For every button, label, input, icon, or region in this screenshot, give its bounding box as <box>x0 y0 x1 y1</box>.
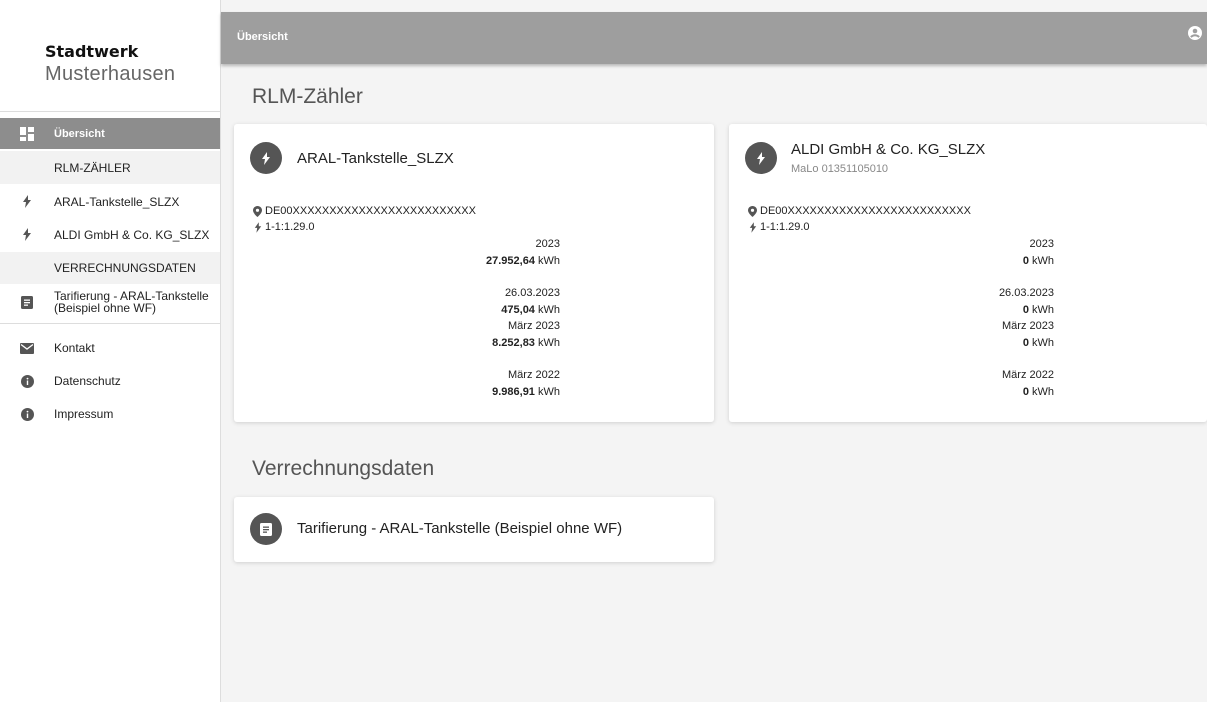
malo-id-line: DE00XXXXXXXXXXXXXXXXXXXXXXXXX <box>748 205 971 217</box>
unit-label: kWh <box>1032 254 1054 267</box>
day-label: 26.03.2023 <box>504 287 560 299</box>
year-value: 0 <box>1022 254 1029 267</box>
meter-card-aldi[interactable]: ALDI GmbH & Co. KG_SLZX MaLo 01351105010… <box>729 124 1207 422</box>
prev-month-value: 9.986,91 <box>492 385 535 398</box>
sidebar: Stadtwerk Musterhausen Übersicht RLM-ZÄH… <box>0 0 221 702</box>
brand-line2: Musterhausen <box>45 63 176 85</box>
obis-code: 1-1:1.29.0 <box>265 221 315 233</box>
sidebar-item-contact[interactable]: Kontakt <box>0 332 220 364</box>
unit-label: kWh <box>538 254 560 267</box>
obis-code: 1-1:1.29.0 <box>760 221 810 233</box>
month-reading: 8.252,83 kWh <box>486 335 560 352</box>
meter-card-aral[interactable]: ARAL-Tankstelle_SLZX DE00XXXXXXXXXXXXXXX… <box>234 124 714 422</box>
info-icon <box>0 407 54 421</box>
brand-logo[interactable]: Stadtwerk Musterhausen <box>45 42 175 86</box>
unit-label: kWh <box>538 336 560 349</box>
month-value: 8.252,83 <box>492 336 535 349</box>
sidebar-item-overview[interactable]: Übersicht <box>0 118 220 149</box>
bolt-icon <box>254 221 262 233</box>
sidebar-item-meter-aral[interactable]: ARAL-Tankstelle_SLZX <box>0 185 220 218</box>
bolt-icon <box>749 221 757 233</box>
location-pin-icon <box>253 205 262 217</box>
sidebar-item-imprint[interactable]: Impressum <box>0 398 220 430</box>
sidebar-item-tariff[interactable]: Tarifierung - ARAL-Tankstelle (Beispiel … <box>0 285 220 319</box>
malo-id: DE00XXXXXXXXXXXXXXXXXXXXXXXXX <box>760 205 971 217</box>
unit-label: kWh <box>538 303 560 316</box>
meter-card-title: ARAL-Tankstelle_SLZX <box>297 150 454 167</box>
sidebar-section-rlm: RLM-ZÄHLER <box>0 151 220 184</box>
meter-values: 2023 27.952,64 kWh 26.03.2023 475,04 kWh… <box>486 236 560 400</box>
meter-values: 2023 0 kWh 26.03.2023 0 kWh März 2023 0 … <box>999 236 1054 400</box>
billing-card-tariff[interactable]: Tarifierung - ARAL-Tankstelle (Beispiel … <box>234 497 714 562</box>
page-title: Übersicht <box>237 31 288 43</box>
prev-month-reading: 0 kWh <box>999 384 1054 401</box>
top-app-bar: Übersicht <box>221 12 1207 64</box>
unit-label: kWh <box>1032 303 1054 316</box>
meter-card-title: ALDI GmbH & Co. KG_SLZX <box>791 141 986 158</box>
sidebar-item-label: Impressum <box>54 407 114 421</box>
month-value: 0 <box>1022 336 1029 349</box>
year-reading: 0 kWh <box>999 253 1054 270</box>
document-icon <box>250 513 282 545</box>
year-reading: 27.952,64 kWh <box>486 253 560 270</box>
sidebar-section-billing: VERRECHNUNGSDATEN <box>0 252 220 284</box>
sidebar-item-label: Übersicht <box>54 127 105 140</box>
brand-divider <box>0 111 220 112</box>
month-label: März 2023 <box>1002 320 1054 332</box>
bolt-icon <box>0 228 54 241</box>
document-icon <box>0 295 54 309</box>
sidebar-item-meter-aldi[interactable]: ALDI GmbH & Co. KG_SLZX <box>0 218 220 251</box>
obis-line: 1-1:1.29.0 <box>749 221 810 233</box>
day-label: 26.03.2023 <box>998 287 1054 299</box>
unit-label: kWh <box>538 385 560 398</box>
billing-card-title: Tarifierung - ARAL-Tankstelle (Beispiel … <box>297 520 623 537</box>
sidebar-divider <box>0 323 220 324</box>
section-heading-billing: Verrechnungsdaten <box>252 457 435 480</box>
year-value: 27.952,64 <box>486 254 535 267</box>
location-pin-icon <box>748 205 757 217</box>
tariff-label-line2: (Beispiel ohne WF) <box>54 301 157 315</box>
dashboard-icon <box>0 126 54 141</box>
section-heading-rlm: RLM-Zähler <box>252 85 363 108</box>
unit-label: kWh <box>1032 336 1054 349</box>
bolt-icon <box>745 142 777 174</box>
day-reading: 0 kWh <box>999 302 1054 319</box>
account-circle-icon[interactable] <box>1188 26 1202 45</box>
bolt-icon <box>0 195 54 208</box>
obis-line: 1-1:1.29.0 <box>254 221 315 233</box>
sidebar-item-label: Kontakt <box>54 341 95 355</box>
unit-label: kWh <box>1032 385 1054 398</box>
year-label: 2023 <box>1029 238 1054 250</box>
day-reading: 475,04 kWh <box>486 302 560 319</box>
month-reading: 0 kWh <box>999 335 1054 352</box>
prev-month-reading: 9.986,91 kWh <box>486 384 560 401</box>
year-label: 2023 <box>535 238 560 250</box>
day-value: 0 <box>1022 303 1029 316</box>
sidebar-item-label: Datenschutz <box>54 374 121 388</box>
day-value: 475,04 <box>501 303 535 316</box>
sidebar-item-label: Tarifierung - ARAL-Tankstelle (Beispiel … <box>54 290 209 314</box>
month-label: März 2023 <box>508 320 560 332</box>
malo-subtitle: MaLo 01351105010 <box>791 163 889 175</box>
prev-month-label: März 2022 <box>1002 369 1054 381</box>
sidebar-item-label: ARAL-Tankstelle_SLZX <box>54 194 180 209</box>
bolt-icon <box>250 142 282 174</box>
sidebar-item-label: ALDI GmbH & Co. KG_SLZX <box>54 227 210 242</box>
malo-id: DE00XXXXXXXXXXXXXXXXXXXXXXXXX <box>265 205 476 217</box>
brand-line1: Stadtwerk <box>45 42 139 61</box>
sidebar-item-privacy[interactable]: Datenschutz <box>0 365 220 397</box>
mail-icon <box>0 342 54 354</box>
info-icon <box>0 374 54 388</box>
prev-month-label: März 2022 <box>508 369 560 381</box>
prev-month-value: 0 <box>1022 385 1029 398</box>
malo-id-line: DE00XXXXXXXXXXXXXXXXXXXXXXXXX <box>253 205 476 217</box>
